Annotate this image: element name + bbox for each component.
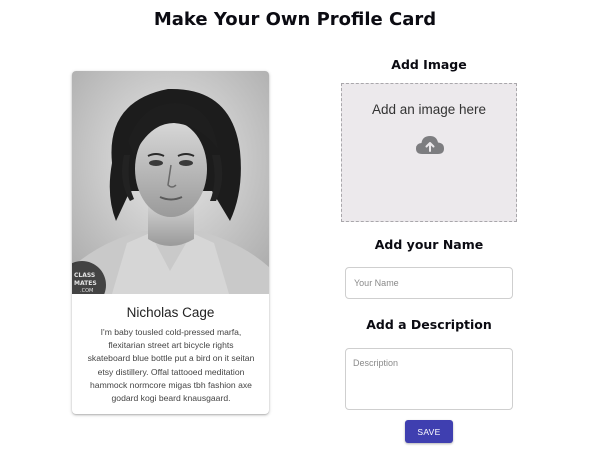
description-input[interactable] <box>345 348 513 410</box>
save-button[interactable]: SAVE <box>405 420 453 443</box>
image-dropzone[interactable]: Add an image here <box>341 83 517 222</box>
page-title: Make Your Own Profile Card <box>153 9 437 30</box>
dropzone-text: Add an image here <box>371 102 487 117</box>
card-name: Nicholas Cage <box>126 305 215 320</box>
svg-text:.COM: .COM <box>80 288 93 294</box>
add-name-heading: Add your Name <box>374 237 484 252</box>
cloud-upload-icon[interactable] <box>415 134 445 156</box>
add-description-heading: Add a Description <box>366 317 492 332</box>
add-image-heading: Add Image <box>391 57 467 72</box>
svg-text:CLASS: CLASS <box>74 272 95 279</box>
card-description: I'm baby tousled cold-pressed marfa, fle… <box>87 327 255 404</box>
svg-text:MATES: MATES <box>74 280 97 287</box>
profile-photo: CLASS MATES .COM <box>72 71 269 294</box>
profile-card: CLASS MATES .COM Nicholas Cage I'm baby … <box>72 71 269 414</box>
name-input[interactable] <box>345 267 513 299</box>
